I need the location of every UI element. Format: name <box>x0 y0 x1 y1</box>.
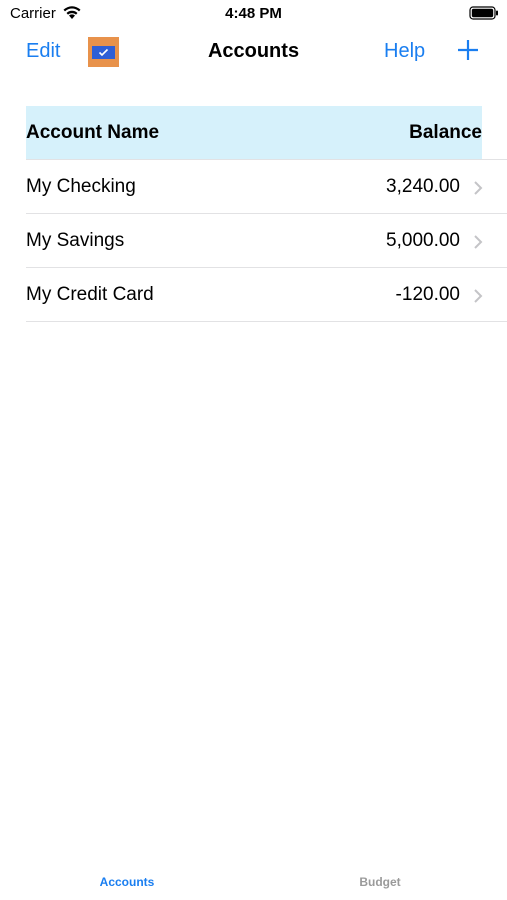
account-balance: 5,000.00 <box>386 230 460 251</box>
accounts-table: Account Name Balance My Checking 3,240.0… <box>0 106 507 322</box>
chevron-right-icon <box>473 234 483 250</box>
tab-accounts[interactable]: Accounts <box>47 875 207 889</box>
page-title: Accounts <box>207 40 300 62</box>
account-name: My Credit Card <box>26 284 154 305</box>
account-name: My Savings <box>26 230 125 251</box>
chevron-right-icon <box>473 288 483 304</box>
table-header: Account Name Balance <box>26 106 482 160</box>
plus-icon[interactable] <box>455 37 481 63</box>
help-button[interactable]: Help <box>384 40 425 63</box>
account-row-checking[interactable]: My Checking 3,240.00 <box>0 160 507 214</box>
navigation-bar: Edit Accounts Help <box>0 28 507 78</box>
column-header-account-name: Account Name <box>26 122 160 143</box>
chevron-right-icon <box>473 180 483 196</box>
account-balance: -120.00 <box>395 284 460 305</box>
status-bar: Carrier 4:48 PM <box>0 0 507 28</box>
tab-bar: Accounts Budget <box>0 870 507 900</box>
column-header-balance: Balance <box>409 122 482 143</box>
account-row-savings[interactable]: My Savings 5,000.00 <box>0 214 507 268</box>
tab-budget[interactable]: Budget <box>300 875 460 889</box>
account-name: My Checking <box>26 176 136 197</box>
battery-icon <box>469 6 499 20</box>
account-balance: 3,240.00 <box>386 176 460 197</box>
account-row-credit-card[interactable]: My Credit Card -120.00 <box>0 268 507 322</box>
divider <box>26 321 507 322</box>
status-time: 4:48 PM <box>225 5 282 22</box>
